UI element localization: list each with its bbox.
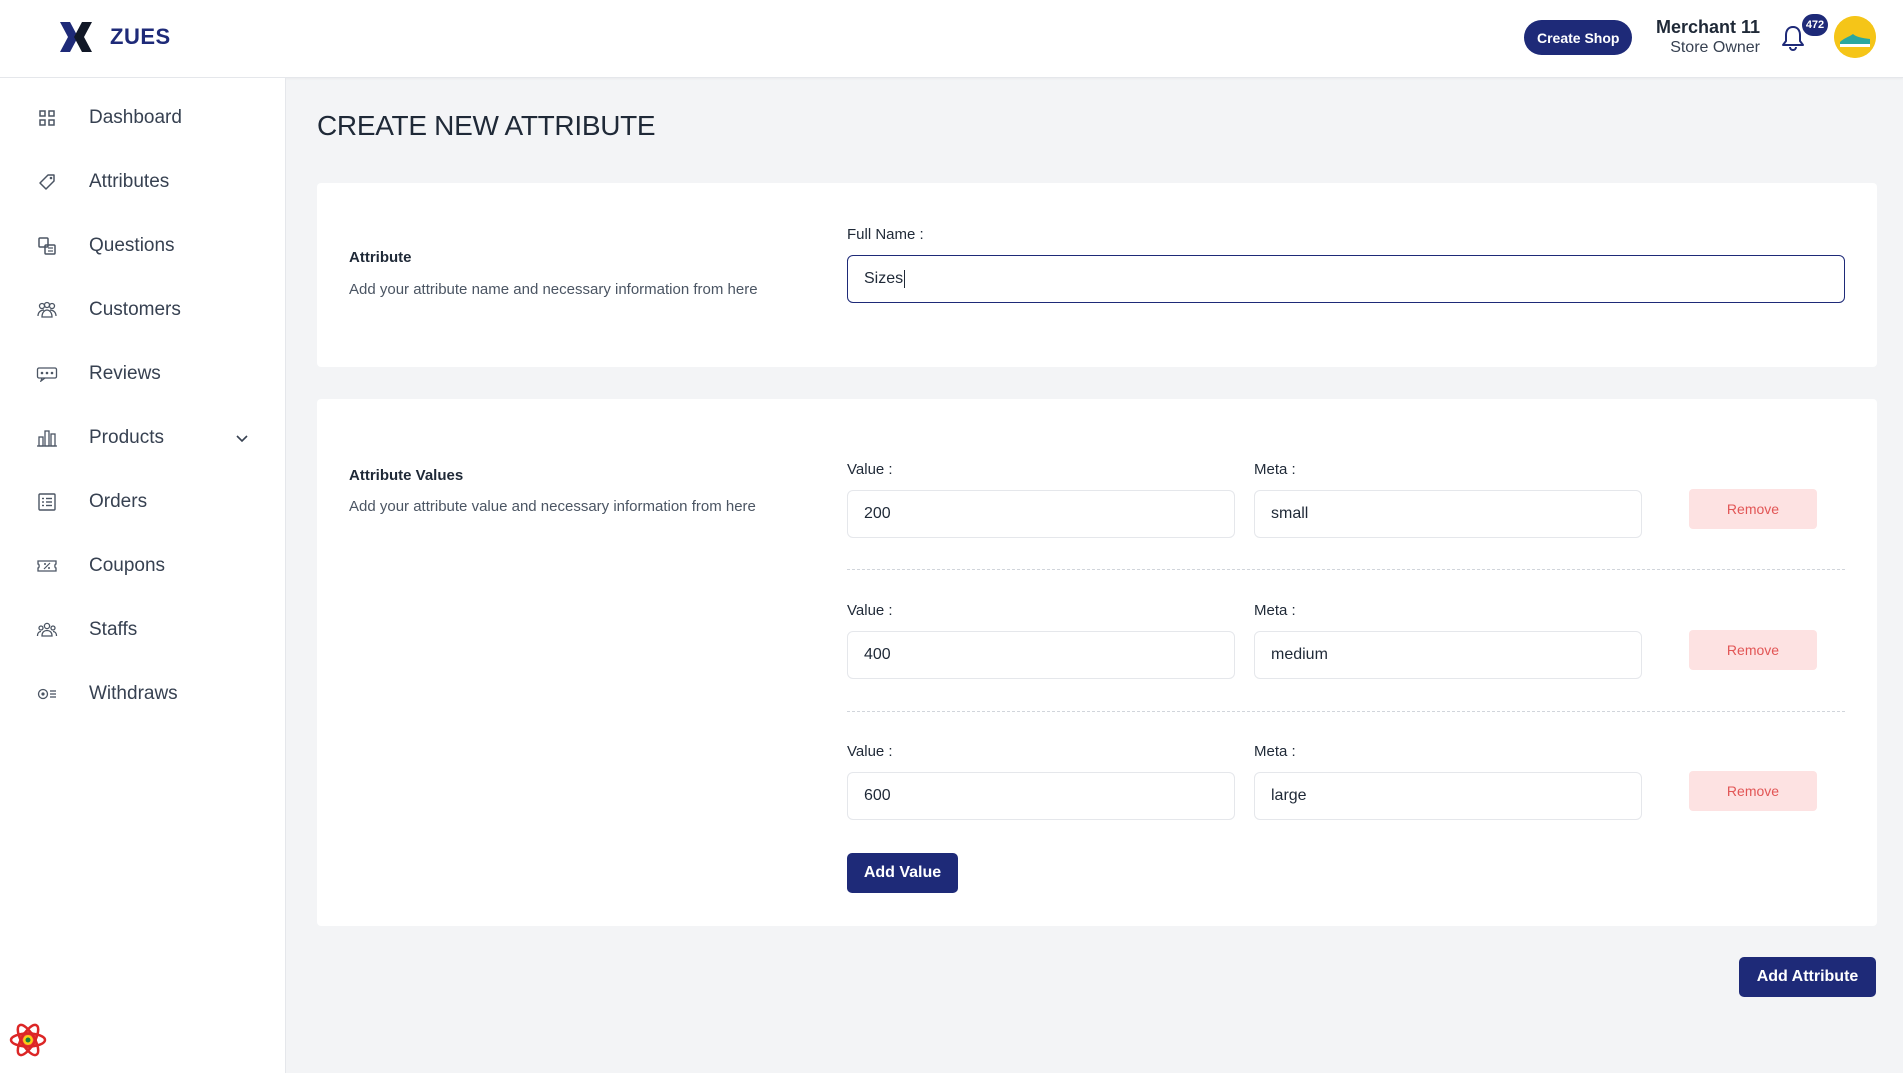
- tag-icon: [36, 171, 58, 193]
- sidebar-item-label: Attributes: [89, 171, 170, 192]
- sidebar-item-label: Staffs: [89, 619, 138, 640]
- remove-value-button[interactable]: Remove: [1689, 771, 1817, 811]
- sidebar-item-reviews[interactable]: Reviews: [0, 352, 286, 396]
- questions-icon: [36, 235, 58, 257]
- staffs-icon: [36, 619, 58, 641]
- full-name-input[interactable]: Sizes: [847, 255, 1845, 303]
- sidebar-item-label: Customers: [89, 299, 181, 320]
- sidebar-item-products[interactable]: Products: [0, 416, 286, 460]
- row-divider: [847, 569, 1845, 570]
- value-input-text: 600: [864, 787, 891, 804]
- withdraw-icon: [36, 683, 58, 705]
- page-title: CREATE NEW ATTRIBUTE: [317, 110, 656, 141]
- chevron-down-icon[interactable]: [234, 430, 250, 446]
- attribute-values-card: Attribute Values Add your attribute valu…: [317, 399, 1877, 926]
- attribute-section-title: Attribute: [349, 249, 412, 266]
- create-shop-button[interactable]: Create Shop: [1524, 20, 1633, 55]
- value-label: Value :: [847, 743, 893, 760]
- orders-list-icon: [36, 491, 58, 513]
- meta-input-text: large: [1271, 787, 1307, 804]
- text-cursor: [904, 270, 906, 288]
- coupon-icon: [36, 555, 58, 577]
- user-name: Merchant 11: [1655, 17, 1760, 37]
- user-info[interactable]: Merchant 11 Store Owner: [1640, 16, 1760, 58]
- sidebar-item-staffs[interactable]: Staffs: [0, 608, 286, 652]
- sidebar-item-orders[interactable]: Orders: [0, 480, 286, 524]
- sidebar-item-coupons[interactable]: Coupons: [0, 544, 286, 588]
- add-value-button[interactable]: Add Value: [847, 853, 958, 893]
- value-input[interactable]: 400: [847, 631, 1235, 679]
- attribute-values-section-description: Add your attribute value and necessary i…: [349, 498, 756, 515]
- meta-input[interactable]: medium: [1254, 631, 1642, 679]
- sidebar-item-label: Dashboard: [89, 107, 182, 128]
- value-input-text: 200: [864, 505, 891, 522]
- value-input[interactable]: 600: [847, 772, 1235, 820]
- full-name-label: Full Name :: [847, 226, 924, 243]
- sidebar-item-label: Reviews: [89, 363, 161, 384]
- sidebar-item-label: Products: [89, 427, 164, 448]
- avatar-shoe-icon: [1834, 16, 1876, 58]
- dashboard-grid-icon: [36, 107, 58, 129]
- meta-label: Meta :: [1254, 602, 1296, 619]
- customers-icon: [36, 299, 58, 321]
- value-input[interactable]: 200: [847, 490, 1235, 538]
- meta-input[interactable]: small: [1254, 490, 1642, 538]
- sidebar-item-label: Coupons: [89, 555, 166, 576]
- reviews-icon: [36, 363, 58, 385]
- value-input-text: 400: [864, 646, 891, 663]
- user-role: Store Owner: [1670, 39, 1760, 56]
- sidebar-item-label: Questions: [89, 235, 175, 256]
- meta-input-text: medium: [1271, 646, 1328, 663]
- sidebar-item-label: Withdraws: [89, 683, 178, 704]
- attribute-card: Attribute Add your attribute name and ne…: [317, 183, 1877, 367]
- sidebar: Dashboard Attributes Questions Customers…: [0, 78, 286, 1073]
- meta-label: Meta :: [1254, 461, 1296, 478]
- zues-logo-icon: [60, 22, 92, 52]
- remove-value-button[interactable]: Remove: [1689, 489, 1817, 529]
- brand-logo[interactable]: ZUES: [56, 16, 171, 58]
- meta-input[interactable]: large: [1254, 772, 1642, 820]
- sidebar-item-withdraws[interactable]: Withdraws: [0, 672, 286, 716]
- meta-input-text: small: [1271, 505, 1309, 522]
- row-divider: [847, 711, 1845, 712]
- sidebar-item-label: Orders: [89, 491, 148, 512]
- value-label: Value :: [847, 461, 893, 478]
- sidebar-item-questions[interactable]: Questions: [0, 224, 286, 268]
- top-bar: ZUES Create Shop Merchant 11 Store Owner…: [0, 0, 1903, 78]
- react-devtools-icon[interactable]: [8, 1020, 48, 1060]
- attribute-section-description: Add your attribute name and necessary in…: [349, 281, 758, 298]
- meta-label: Meta :: [1254, 743, 1296, 760]
- add-attribute-button[interactable]: Add Attribute: [1739, 957, 1876, 997]
- value-label: Value :: [847, 602, 893, 619]
- sidebar-item-dashboard[interactable]: Dashboard: [0, 96, 286, 140]
- attribute-values-section-title: Attribute Values: [349, 467, 464, 484]
- brand-name: ZUES: [110, 24, 171, 49]
- sidebar-item-attributes[interactable]: Attributes: [0, 160, 286, 204]
- sidebar-item-customers[interactable]: Customers: [0, 288, 286, 332]
- products-icon: [36, 427, 58, 449]
- full-name-value: Sizes: [864, 270, 904, 287]
- notification-count-badge: 472: [1802, 14, 1828, 36]
- avatar[interactable]: [1834, 16, 1876, 58]
- remove-value-button[interactable]: Remove: [1689, 630, 1817, 670]
